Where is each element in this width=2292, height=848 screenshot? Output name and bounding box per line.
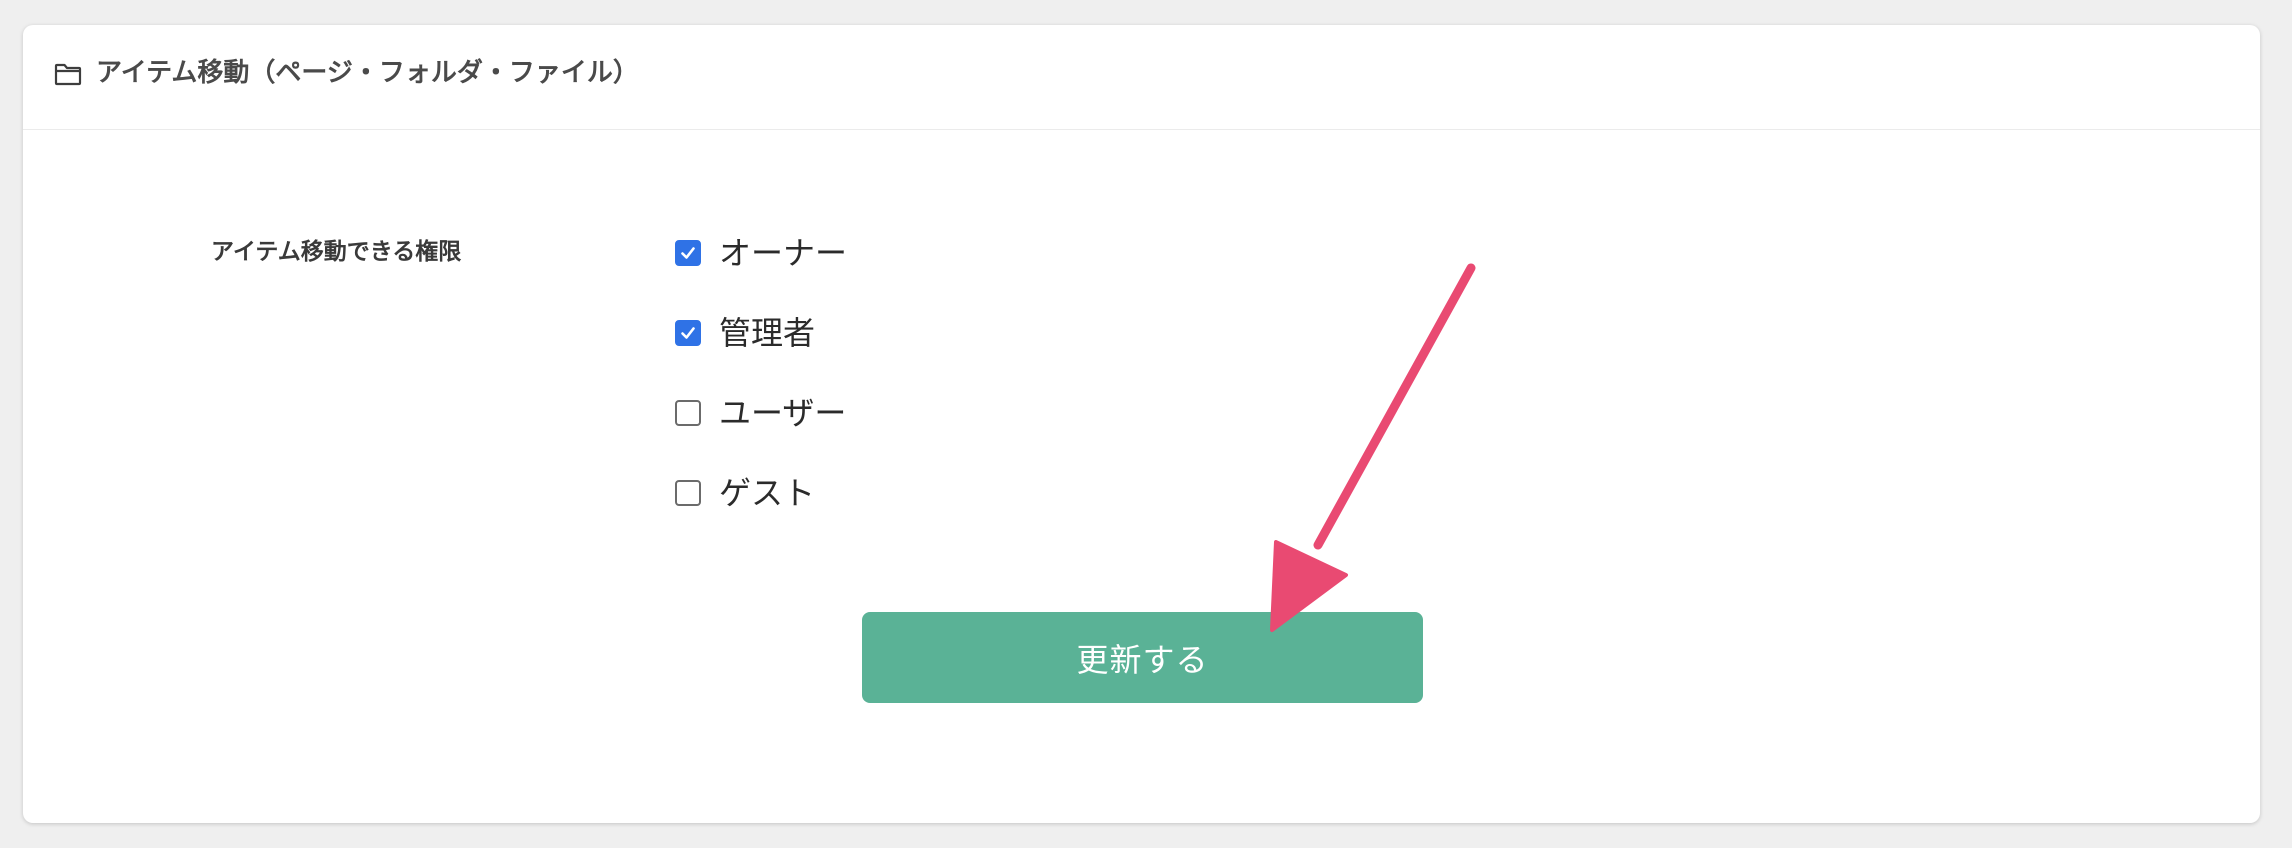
user-label[interactable]: ユーザー xyxy=(719,393,846,433)
submit-button[interactable]: 更新する xyxy=(862,612,1423,703)
check-icon xyxy=(681,327,695,339)
owner-checkbox[interactable] xyxy=(675,240,701,266)
option-admin[interactable]: 管理者 xyxy=(675,305,815,361)
guest-checkbox[interactable] xyxy=(675,480,701,506)
option-user[interactable]: ユーザー xyxy=(675,385,846,441)
folder-icon xyxy=(54,63,82,86)
admin-label[interactable]: 管理者 xyxy=(719,313,815,353)
owner-label[interactable]: オーナー xyxy=(719,233,847,273)
option-owner[interactable]: オーナー xyxy=(675,225,847,281)
guest-label[interactable]: ゲスト xyxy=(719,473,815,513)
user-checkbox[interactable] xyxy=(675,400,701,426)
option-guest[interactable]: ゲスト xyxy=(675,465,815,521)
check-icon xyxy=(681,247,695,259)
admin-checkbox[interactable] xyxy=(675,320,701,346)
permission-label: アイテム移動できる権限 xyxy=(211,239,462,265)
settings-card: アイテム移動（ページ・フォルダ・ファイル） アイテム移動できる権限 オーナー 管… xyxy=(23,25,2260,823)
card-title: アイテム移動（ページ・フォルダ・ファイル） xyxy=(96,58,639,88)
card-header: アイテム移動（ページ・フォルダ・ファイル） xyxy=(23,25,2260,130)
